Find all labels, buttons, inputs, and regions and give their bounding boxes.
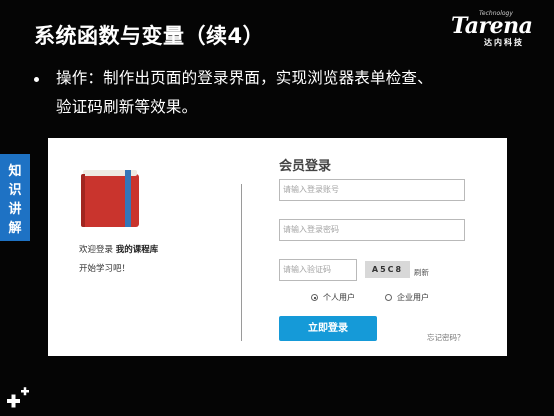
login-panel: 欢迎登录 我的课程库 开始学习吧！ 会员登录 请输入登录账号 请输入登录密码 请… — [48, 138, 507, 356]
side-tab-char: 识 — [8, 183, 22, 198]
welcome-text: 欢迎登录 我的课程库 — [79, 243, 158, 255]
welcome-prefix: 欢迎登录 — [79, 245, 114, 255]
captcha-input[interactable]: 请输入验证码 — [279, 259, 357, 281]
password-input[interactable]: 请输入登录密码 — [279, 219, 465, 241]
bullet-dot-icon — [34, 77, 39, 82]
login-title: 会员登录 — [279, 159, 332, 174]
plus-decoration-icon — [7, 387, 29, 408]
welcome-subtext: 开始学习吧！ — [79, 264, 131, 274]
bullet-text-line2: 验证码刷新等效果。 — [56, 98, 198, 116]
bullet-text-line1: 操作：制作出页面的登录界面，实现浏览器表单检查、 — [56, 69, 433, 87]
course-library-name: 我的课程库 — [115, 245, 159, 255]
slide: 系统函数与变量（续4） Tarena Technology 达内科技 操作：制作… — [0, 0, 554, 416]
logo-chinese-name: 达内科技 — [484, 38, 524, 47]
side-tab-char: 讲 — [8, 202, 22, 217]
radio-unchecked-icon[interactable] — [385, 294, 392, 301]
account-input[interactable]: 请输入登录账号 — [279, 179, 465, 201]
login-button[interactable]: 立即登录 — [279, 316, 377, 341]
tarena-logo: Tarena Technology 达内科技 — [451, 9, 547, 49]
side-tab-knowledge: 知 识 讲 解 — [0, 154, 30, 241]
side-tab-char: 解 — [8, 221, 22, 236]
radio-personal-label[interactable]: 个人用户 — [323, 292, 355, 303]
captcha-image[interactable]: A5C8 — [365, 261, 410, 278]
book-icon — [81, 170, 139, 227]
refresh-captcha-link[interactable]: 刷新 — [414, 267, 429, 278]
radio-checked-icon[interactable] — [311, 294, 318, 301]
side-tab-char: 知 — [8, 164, 22, 179]
slide-title: 系统函数与变量（续4） — [34, 24, 265, 48]
panel-divider — [241, 184, 242, 341]
logo-tagline: Technology — [479, 10, 513, 17]
forgot-password-link[interactable]: 忘记密码？ — [427, 332, 465, 343]
radio-company-label[interactable]: 企业用户 — [397, 292, 429, 303]
